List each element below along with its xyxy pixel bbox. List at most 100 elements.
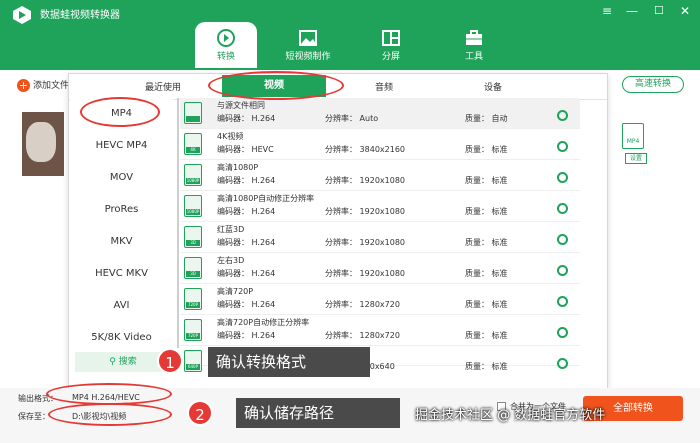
video-thumbnail [22,112,64,176]
category-hevc-mp4[interactable]: HEVC MP4 [70,132,173,160]
format-row[interactable]: 3D 红蓝3D 编码器： H.264 分辨率： 1920x1080 质量： 标准 [180,222,580,253]
format-quality: 质量： 标准 [465,145,508,154]
close-icon[interactable]: ✕ [680,4,690,18]
tab-convert-label: 转换 [216,52,235,62]
format-quality: 质量： 标准 [465,331,508,340]
minimize-icon[interactable]: — [626,4,638,18]
step-number-2: 2 [187,400,213,426]
format-tag: 3D [186,240,200,246]
callout-confirm-path: 确认储存路径 [236,398,400,428]
category-avi[interactable]: AVI [70,292,173,320]
highlight-mp4 [80,97,160,127]
format-row[interactable]: 4K 4K视频 编码器： HEVC 分辨率： 3840x2160 质量： 标准 [180,129,580,160]
convert-icon [217,29,235,47]
format-quality: 质量： 标准 [465,362,508,371]
gear-icon[interactable] [557,265,568,276]
format-encoder: 编码器： H.264 [217,176,276,185]
format-resolution: 分辨率： Auto [325,114,379,123]
format-resolution: 分辨率： 1920x1080 [325,207,405,216]
format-encoder: 编码器： H.264 [217,269,276,278]
category-hevc-mkv[interactable]: HEVC MKV [70,260,173,288]
toolbox-icon [466,30,482,45]
gear-icon[interactable] [557,141,568,152]
output-format-icon[interactable]: MP4 [622,123,644,149]
format-row[interactable]: 1080P 高清1080P自动修正分辨率 编码器： H.264 分辨率： 1920x1… [180,191,580,222]
gear-icon[interactable] [557,110,568,121]
format-quality: 质量： 自动 [465,114,508,123]
gear-icon[interactable] [557,296,568,307]
gear-icon[interactable] [557,358,568,369]
format-tag [186,116,200,122]
tab-device[interactable]: 设备 [484,80,502,93]
gear-icon[interactable] [557,234,568,245]
tab-recent[interactable]: 最近使用 [145,80,181,93]
category-mkv[interactable]: MKV [70,228,173,256]
format-tag: 4K [186,147,200,153]
tab-split-screen[interactable]: 分屏 [360,22,422,68]
format-row[interactable]: 1080P 高清1080P 编码器： H.264 分辨率： 1920x1080 质量： … [180,160,580,191]
format-resolution: 分辨率： 1280x720 [325,331,400,340]
video-format-icon: 1080P [184,164,202,186]
video-format-icon: 720P [184,288,202,310]
callout-confirm-format: 确认转换格式 [208,347,370,377]
tab-audio[interactable]: 音频 [375,80,393,93]
format-tag: 720P [186,302,200,308]
format-quality: 质量： 标准 [465,207,508,216]
fast-convert-button[interactable]: 高速转换 [622,76,684,93]
video-format-icon [184,102,202,124]
add-file-button[interactable]: + 添加文件 [17,78,69,92]
gear-icon[interactable] [557,203,568,214]
format-quality: 质量： 标准 [465,269,508,278]
tab-tools-label: 工具 [464,52,483,62]
format-row[interactable]: 与源文件相同 编码器： H.264 分辨率： Auto 质量： 自动 [180,98,580,129]
app-logo-icon [13,6,31,24]
video-format-icon: 1080P [184,195,202,217]
tab-split-screen-label: 分屏 [381,52,400,62]
format-encoder: 编码器： H.264 [217,207,276,216]
format-quality: 质量： 标准 [465,238,508,247]
format-name: 与源文件相同 [217,101,265,110]
menu-icon[interactable]: ≡ [602,4,612,18]
image-icon [299,30,317,46]
format-tag: 1080P [186,209,200,215]
tab-short-video[interactable]: 短视频制作 [277,22,339,68]
format-row[interactable]: 720P 高清720P 编码器： H.264 分辨率： 1280x720 质量： 标准 [180,284,580,315]
settings-button[interactable]: 设置 [625,153,647,164]
format-resolution: 分辨率： 3840x2160 [325,145,405,154]
format-name: 高清720P自动修正分辨率 [217,318,310,327]
scrollbar[interactable] [177,98,179,348]
format-resolution: 分辨率： 1920x1080 [325,176,405,185]
format-resolution: 分辨率： 1280x720 [325,300,400,309]
tab-short-video-label: 短视频制作 [285,52,331,62]
format-tag: 3D [186,271,200,277]
category-list: MP4 HEVC MP4 MOV ProRes MKV HEVC MKV AVI… [70,98,173,388]
format-encoder: 编码器： H.264 [217,300,276,309]
format-encoder: 编码器： H.264 [217,238,276,247]
format-tag: 640P [186,364,200,370]
video-format-icon: 640P [184,350,202,372]
highlight-save-path [48,403,172,426]
gear-icon[interactable] [557,327,568,338]
save-to-label: 保存至： [18,412,50,421]
category-5k-8k-video[interactable]: 5K/8K Video [70,324,173,352]
format-name: 红蓝3D [217,225,245,234]
highlight-video-tab [208,71,344,100]
add-file-label: 添加文件 [33,81,70,91]
plus-icon: + [17,79,30,92]
split-screen-icon [382,30,400,46]
category-mov[interactable]: MOV [70,164,173,192]
step-number-1: 1 [157,348,183,374]
tab-convert[interactable]: 转换 [195,22,257,68]
video-format-icon: 720P [184,319,202,341]
category-prores[interactable]: ProRes [70,196,173,224]
video-format-icon: 3D [184,226,202,248]
tab-tools[interactable]: 工具 [443,22,505,68]
format-row[interactable]: 720P 高清720P自动修正分辨率 编码器： H.264 分辨率： 1280x720… [180,315,580,346]
format-encoder: 编码器： H.264 [217,331,276,340]
format-row[interactable]: 3D 左右3D 编码器： H.264 分辨率： 1920x1080 质量： 标准 [180,253,580,284]
format-quality: 质量： 标准 [465,176,508,185]
format-name: 高清720P [217,287,254,296]
gear-icon[interactable] [557,172,568,183]
maximize-icon[interactable]: ☐ [654,4,664,17]
format-name: 高清1080P自动修正分辨率 [217,194,315,203]
